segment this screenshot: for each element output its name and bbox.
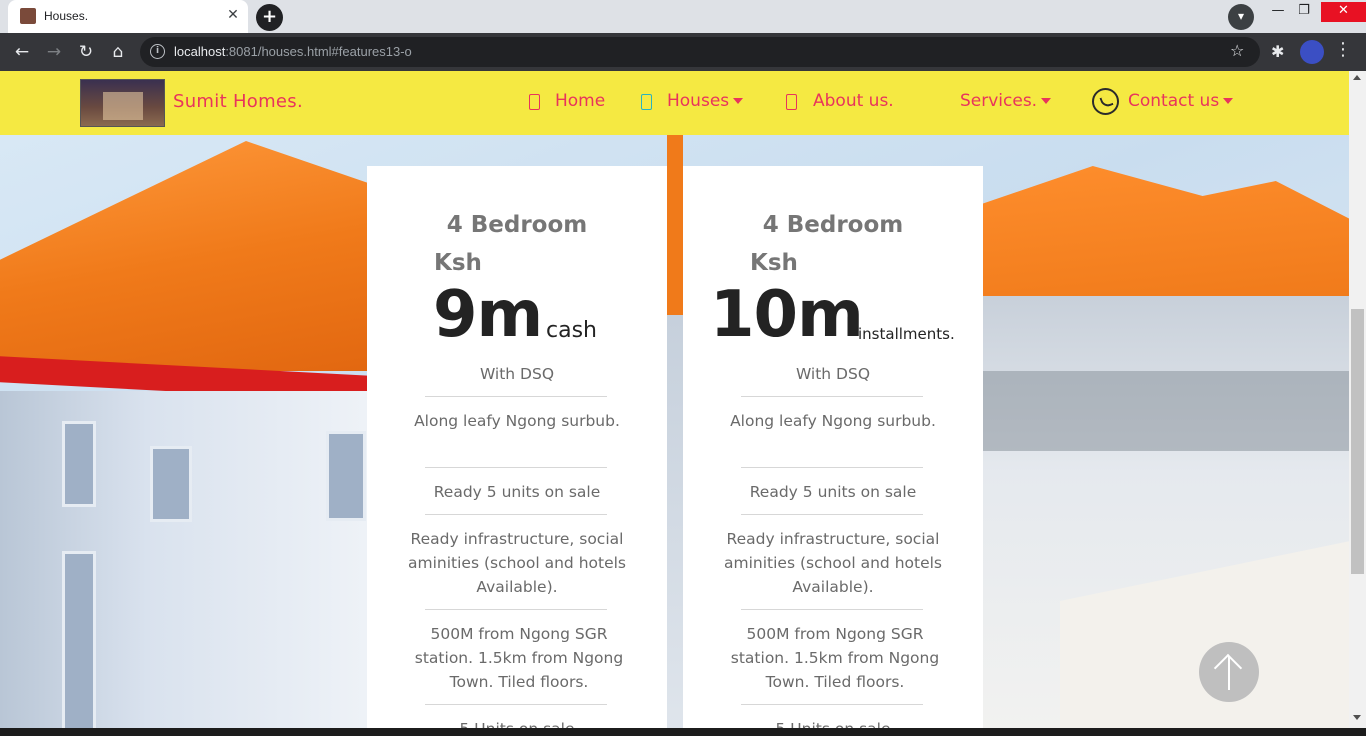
scroll-to-top-button[interactable]: [1199, 642, 1259, 702]
card-title: 4 Bedroom: [762, 212, 904, 238]
card-price: 9m: [433, 278, 543, 352]
card-feature: Ready infrastructure, social aminities (…: [723, 530, 942, 596]
extensions-icon[interactable]: ✱: [1271, 42, 1284, 61]
card-feature: Ready 5 units on sale: [433, 483, 601, 501]
card-title: 4 Bedroom: [446, 212, 588, 238]
chevron-down-icon: [733, 98, 744, 104]
divider: [741, 467, 923, 468]
card-price-unit: cash: [546, 318, 597, 343]
divider: [425, 396, 607, 397]
divider: [425, 704, 607, 705]
card-feature: 5 Units on sale: [723, 717, 943, 728]
card-currency: Ksh: [750, 250, 798, 276]
page-scrollbar[interactable]: [1349, 71, 1366, 728]
nav-about[interactable]: About us.: [813, 91, 894, 111]
card-feature: With DSQ: [479, 365, 555, 383]
mobile-icon: [786, 94, 797, 110]
window: [326, 431, 366, 521]
background-strip: [667, 135, 683, 728]
site-navbar: Sumit Homes. Home Houses About us. Servi…: [0, 71, 1349, 135]
address-toolbar: ← → ↻ ⌂ i localhost:8081/houses.html#fea…: [0, 33, 1366, 71]
home-icon[interactable]: ⌂: [107, 42, 129, 64]
bookmark-star-icon[interactable]: ☆: [1230, 41, 1244, 60]
divider: [425, 514, 607, 515]
tab-close-icon[interactable]: ✕: [224, 6, 242, 24]
url-text[interactable]: localhost:8081/houses.html#features13-o: [174, 44, 412, 59]
profile-avatar[interactable]: [1300, 40, 1324, 64]
card-price: 10m: [710, 278, 864, 352]
divider: [425, 609, 607, 610]
address-bar[interactable]: i localhost:8081/houses.html#features13-…: [140, 37, 1260, 67]
card-feature: Ready 5 units on sale: [749, 483, 917, 501]
card-feature: Along leafy Ngong surbub.: [730, 412, 936, 430]
nav-home[interactable]: Home: [555, 91, 605, 111]
house-shadow: [983, 371, 1349, 451]
reload-icon[interactable]: ↻: [75, 42, 97, 64]
nav-houses[interactable]: Houses: [667, 91, 744, 111]
divider: [741, 704, 923, 705]
divider: [425, 467, 607, 468]
divider: [741, 514, 923, 515]
favicon-icon: [20, 8, 36, 24]
card-feature: 5 Units on sale: [407, 717, 627, 728]
tab-search-icon[interactable]: ▾: [1228, 4, 1254, 30]
mobile-icon: [641, 94, 652, 110]
logo-image[interactable]: [80, 79, 165, 127]
brand-name[interactable]: Sumit Homes.: [173, 91, 303, 112]
tab-title: Houses.: [44, 9, 89, 23]
card-price-unit: installments.: [858, 325, 955, 343]
card-feature: Along leafy Ngong surbub.: [414, 412, 620, 430]
house-wall-image: [0, 391, 367, 728]
browser-tab-bar: Houses. ✕ + ▾ — ❐ ✕: [0, 0, 1366, 33]
window: [62, 421, 96, 507]
card-feature: Ready infrastructure, social aminities (…: [407, 530, 626, 596]
os-taskbar: [0, 728, 1366, 736]
browser-tab[interactable]: Houses. ✕: [8, 0, 248, 33]
card-currency: Ksh: [434, 250, 482, 276]
nav-services[interactable]: Services.: [960, 91, 1052, 111]
forward-icon[interactable]: →: [43, 42, 65, 64]
info-icon[interactable]: i: [150, 44, 165, 59]
pricing-card: 4 Bedroom Ksh 9m cash With DSQ Along lea…: [367, 166, 667, 728]
card-feature: With DSQ: [795, 365, 871, 383]
card-feature: 500M from Ngong SGR station. 1.5km from …: [730, 625, 940, 691]
chevron-down-icon: [1223, 98, 1234, 104]
divider: [741, 396, 923, 397]
pricing-card: 4 Bedroom Ksh 10m installments. With DSQ…: [683, 166, 983, 728]
window: [150, 446, 192, 522]
back-icon[interactable]: ←: [11, 42, 33, 64]
window: [62, 551, 96, 728]
page-viewport: Sumit Homes. Home Houses About us. Servi…: [0, 71, 1349, 728]
whatsapp-icon: [1092, 88, 1119, 115]
menu-icon[interactable]: ⋮: [1334, 41, 1352, 59]
scroll-up-icon[interactable]: [1353, 75, 1361, 80]
scroll-down-icon[interactable]: [1353, 715, 1361, 720]
restore-button[interactable]: ❐: [1289, 2, 1319, 22]
document-icon: [529, 94, 540, 110]
chevron-down-icon: [1041, 98, 1052, 104]
close-window-button[interactable]: ✕: [1321, 2, 1366, 22]
scroll-thumb[interactable]: [1351, 309, 1364, 574]
divider: [741, 609, 923, 610]
new-tab-button[interactable]: +: [256, 4, 283, 31]
card-feature: 500M from Ngong SGR station. 1.5km from …: [414, 625, 624, 691]
nav-contact[interactable]: Contact us: [1128, 91, 1234, 111]
